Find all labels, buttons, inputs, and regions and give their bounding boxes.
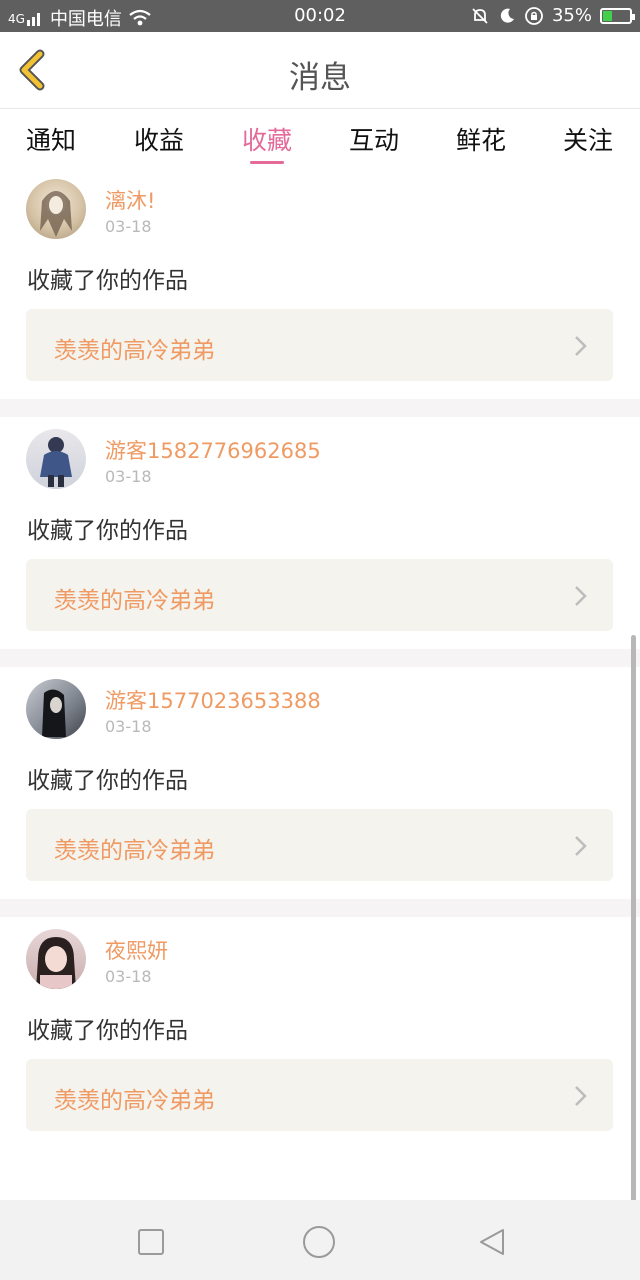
work-title: 羡羡的高冷弟弟 — [54, 1088, 215, 1114]
avatar[interactable] — [26, 929, 86, 989]
work-link[interactable]: 羡羡的高冷弟弟 — [26, 809, 613, 881]
tab-interaction[interactable]: 互动 — [349, 121, 399, 157]
avatar-illustration — [40, 191, 72, 237]
work-title: 羡羡的高冷弟弟 — [54, 838, 215, 864]
chevron-right-icon — [575, 1086, 587, 1106]
battery-percent: 35% — [551, 5, 592, 26]
battery-level — [603, 10, 613, 21]
square-icon[interactable] — [137, 1228, 165, 1256]
username[interactable]: 漓沐! — [105, 185, 155, 215]
date: 03-18 — [105, 717, 152, 736]
work-link[interactable]: 羡羡的高冷弟弟 — [26, 559, 613, 631]
battery-icon — [600, 7, 635, 24]
list-item: 漓沐! 03-18 收藏了你的作品 羡羡的高冷弟弟 — [0, 167, 640, 399]
chevron-right-icon — [575, 336, 587, 356]
divider — [0, 649, 640, 667]
tab-flowers[interactable]: 鲜花 — [456, 121, 506, 157]
page-title: 消息 — [289, 60, 351, 96]
tab-bar: 通知 收益 收藏 互动 鲜花 关注 — [0, 109, 640, 167]
chevron-right-icon — [575, 586, 587, 606]
rotation-lock-icon — [525, 6, 543, 25]
status-bar-right: 35% — [470, 5, 635, 26]
list-item: 游客1582776962685 03-18 收藏了你的作品 羡羡的高冷弟弟 — [0, 417, 640, 649]
triangle-back-icon[interactable] — [478, 1228, 506, 1256]
work-link[interactable]: 羡羡的高冷弟弟 — [26, 1059, 613, 1131]
date: 03-18 — [105, 467, 152, 486]
username[interactable]: 游客1582776962685 — [105, 435, 321, 465]
circle-icon[interactable] — [302, 1225, 336, 1259]
work-title: 羡羡的高冷弟弟 — [54, 588, 215, 614]
avatar[interactable] — [26, 679, 86, 739]
username[interactable]: 游客1577023653388 — [105, 685, 321, 715]
tab-following[interactable]: 关注 — [563, 121, 613, 157]
chevron-right-icon — [575, 836, 587, 856]
favorites-feed: 漓沐! 03-18 收藏了你的作品 羡羡的高冷弟弟 游客158277696268… — [0, 167, 640, 1149]
app-header: 消息 — [0, 32, 640, 109]
date: 03-18 — [105, 967, 152, 986]
avatar-illustration — [40, 437, 72, 487]
action-text: 收藏了你的作品 — [27, 268, 188, 294]
moon-icon — [500, 8, 514, 23]
avatar[interactable] — [26, 429, 86, 489]
avatar-illustration — [42, 689, 66, 737]
scrollbar[interactable] — [631, 635, 636, 1205]
list-item: 游客1577023653388 03-18 收藏了你的作品 羡羡的高冷弟弟 — [0, 667, 640, 899]
tab-favorites[interactable]: 收藏 — [242, 121, 292, 157]
divider — [0, 899, 640, 917]
system-nav-bar — [0, 1200, 640, 1280]
work-link[interactable]: 羡羡的高冷弟弟 — [26, 309, 613, 381]
avatar[interactable] — [26, 179, 86, 239]
action-text: 收藏了你的作品 — [27, 768, 188, 794]
work-title: 羡羡的高冷弟弟 — [54, 338, 215, 364]
action-text: 收藏了你的作品 — [27, 1018, 188, 1044]
tab-earnings[interactable]: 收益 — [134, 121, 184, 157]
username[interactable]: 夜熙妍 — [105, 935, 168, 965]
avatar-illustration — [36, 937, 76, 989]
tab-notification[interactable]: 通知 — [26, 121, 76, 157]
divider — [0, 399, 640, 417]
list-item: 夜熙妍 03-18 收藏了你的作品 羡羡的高冷弟弟 — [0, 917, 640, 1149]
action-text: 收藏了你的作品 — [27, 518, 188, 544]
mute-bell-icon — [472, 7, 488, 24]
status-bar: 4G 中国电信 00:02 35% — [0, 0, 640, 32]
date: 03-18 — [105, 217, 152, 236]
active-tab-indicator — [250, 161, 284, 164]
